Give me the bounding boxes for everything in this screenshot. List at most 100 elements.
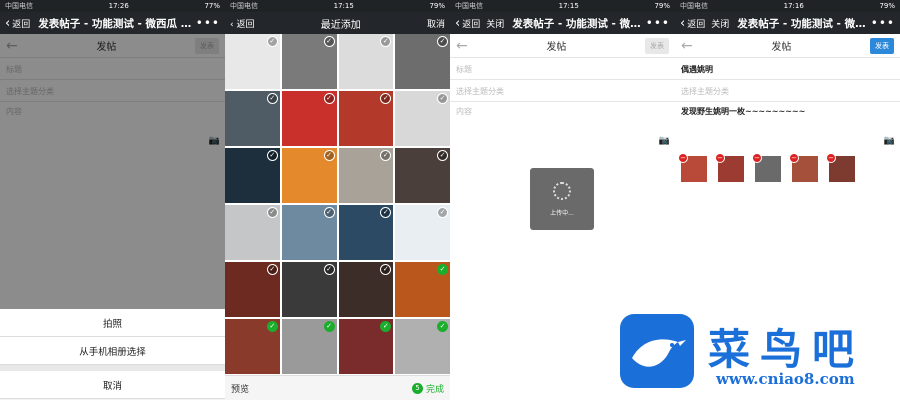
checkmark-icon[interactable]: ✓ <box>380 93 392 104</box>
checkmark-icon[interactable]: ✓ <box>266 93 278 104</box>
content-field[interactable]: 内容 📷 <box>450 102 675 150</box>
checkmark-icon[interactable]: ✓ <box>323 93 335 104</box>
checkmark-selected-icon[interactable]: ✓ <box>323 321 335 332</box>
checkmark-icon[interactable]: ✓ <box>437 93 448 104</box>
photo-tile[interactable]: ✓ <box>338 262 394 317</box>
choose-from-album-option[interactable]: 从手机相册选择 <box>0 337 225 365</box>
photo-tile[interactable]: ✓ <box>281 319 337 374</box>
battery-label: 79% <box>654 2 670 10</box>
preview-button[interactable]: 预览 <box>231 382 249 395</box>
battery-label: 77% <box>204 2 220 10</box>
more-icon[interactable]: ••• <box>646 16 670 30</box>
arrow-left-icon[interactable]: ← <box>456 38 468 54</box>
remove-icon[interactable]: − <box>789 153 799 163</box>
photo-tile[interactable]: ✓ <box>338 205 394 260</box>
camera-icon[interactable]: 📷 <box>659 136 670 146</box>
dim-overlay[interactable] <box>0 34 225 309</box>
attached-thumbnail[interactable]: − <box>826 153 855 182</box>
cancel-option[interactable]: 取消 <box>0 371 225 399</box>
checkmark-icon[interactable]: ✓ <box>323 150 335 161</box>
checkmark-icon[interactable]: ✓ <box>380 36 392 47</box>
checkmark-icon[interactable]: ✓ <box>266 264 278 275</box>
photo-tile[interactable]: ✓ <box>338 319 394 374</box>
back-button[interactable]: ‹ 返回 <box>680 17 705 30</box>
photo-tile[interactable]: ✓ <box>281 34 337 89</box>
back-button[interactable]: ‹ 返回 <box>230 17 255 30</box>
content-field[interactable]: 发现野生姚明一枚~~~~~~~~~ 📷 <box>675 102 900 150</box>
attached-images: − − − − − <box>675 150 900 182</box>
publish-button[interactable]: 发表 <box>869 37 894 54</box>
photo-tile[interactable]: ✓ <box>338 34 394 89</box>
photo-tile[interactable]: ✓ <box>395 262 450 317</box>
close-button[interactable]: 关闭 <box>711 17 729 30</box>
more-icon[interactable]: ••• <box>871 16 895 30</box>
arrow-left-icon[interactable]: ← <box>681 38 693 54</box>
photo-tile[interactable]: ✓ <box>225 148 280 203</box>
attached-thumbnail[interactable]: − <box>789 153 818 182</box>
remove-icon[interactable]: − <box>678 153 688 163</box>
carrier-label: 中国电信 <box>455 2 483 10</box>
battery-label: 79% <box>429 2 445 10</box>
checkmark-icon[interactable]: ✓ <box>380 264 392 275</box>
back-label: 返回 <box>462 19 481 30</box>
photo-tile[interactable]: ✓ <box>281 262 337 317</box>
photo-tile[interactable]: ✓ <box>395 34 450 89</box>
compose-header: ← 发帖 发表 <box>675 34 900 58</box>
attached-thumbnail[interactable]: − <box>715 153 744 182</box>
title-field[interactable]: 偶遇姚明 <box>675 58 900 80</box>
attached-thumbnail[interactable]: − <box>752 153 781 182</box>
photo-tile[interactable]: ✓ <box>225 34 280 89</box>
photo-tile[interactable]: ✓ <box>395 205 450 260</box>
photo-tile[interactable]: ✓ <box>281 91 337 146</box>
remove-icon[interactable]: − <box>826 153 836 163</box>
photo-grid: ✓ ✓ ✓ ✓ ✓ ✓ ✓ ✓ ✓ ✓ ✓ ✓ ✓ ✓ ✓ ✓ ✓ ✓ ✓ ✓ ✓ ✓ ✓ ✓ <box>225 34 450 375</box>
photo-tile[interactable]: ✓ <box>225 91 280 146</box>
checkmark-icon[interactable]: ✓ <box>266 150 278 161</box>
take-photo-option[interactable]: 拍照 <box>0 309 225 337</box>
checkmark-icon[interactable]: ✓ <box>437 207 448 218</box>
back-label: 返回 <box>12 19 31 30</box>
photo-tile[interactable]: ✓ <box>281 148 337 203</box>
checkmark-icon[interactable]: ✓ <box>323 264 335 275</box>
done-button[interactable]: 5 完成 <box>411 382 444 395</box>
checkmark-icon[interactable]: ✓ <box>437 36 448 47</box>
close-button[interactable]: 关闭 <box>486 17 504 30</box>
photo-tile[interactable]: ✓ <box>338 91 394 146</box>
back-button[interactable]: ‹ 返回 <box>455 17 480 30</box>
checkmark-icon[interactable]: ✓ <box>437 150 448 161</box>
back-button[interactable]: ‹ 返回 <box>5 17 30 30</box>
category-select[interactable]: 选择主题分类 <box>675 80 900 102</box>
photo-tile[interactable]: ✓ <box>338 148 394 203</box>
remove-icon[interactable]: − <box>715 153 725 163</box>
photo-tile[interactable]: ✓ <box>395 91 450 146</box>
checkmark-icon[interactable]: ✓ <box>323 207 335 218</box>
publish-button[interactable]: 发表 <box>644 37 669 54</box>
more-icon[interactable]: ••• <box>196 16 220 30</box>
photo-tile[interactable]: ✓ <box>395 148 450 203</box>
title-field[interactable]: 标题 <box>450 58 675 80</box>
checkmark-selected-icon[interactable]: ✓ <box>380 321 392 332</box>
photo-tile[interactable]: ✓ <box>225 319 280 374</box>
nav-title: 发表帖子 - 功能测试 - 微西瓜... <box>512 17 642 30</box>
photo-tile[interactable]: ✓ <box>225 205 280 260</box>
status-bar: 中国电信 17:15 79% <box>450 0 675 12</box>
checkmark-icon[interactable]: ✓ <box>266 36 278 47</box>
checkmark-icon[interactable]: ✓ <box>266 207 278 218</box>
back-label: 返回 <box>236 19 255 30</box>
clock: 17:26 <box>108 2 129 10</box>
nav-bar: ‹返回 发表帖子 - 功能测试 - 微西瓜 - 手... ••• <box>0 12 225 34</box>
remove-icon[interactable]: − <box>752 153 762 163</box>
checkmark-selected-icon[interactable]: ✓ <box>437 321 448 332</box>
checkmark-selected-icon[interactable]: ✓ <box>266 321 278 332</box>
camera-icon[interactable]: 📷 <box>884 136 895 146</box>
checkmark-icon[interactable]: ✓ <box>380 150 392 161</box>
category-select[interactable]: 选择主题分类 <box>450 80 675 102</box>
checkmark-selected-icon[interactable]: ✓ <box>437 264 448 275</box>
checkmark-icon[interactable]: ✓ <box>323 36 335 47</box>
cancel-button[interactable]: 取消 <box>427 17 445 30</box>
photo-tile[interactable]: ✓ <box>225 262 280 317</box>
photo-tile[interactable]: ✓ <box>281 205 337 260</box>
checkmark-icon[interactable]: ✓ <box>380 207 392 218</box>
attached-thumbnail[interactable]: − <box>678 153 707 182</box>
photo-tile[interactable]: ✓ <box>395 319 450 374</box>
